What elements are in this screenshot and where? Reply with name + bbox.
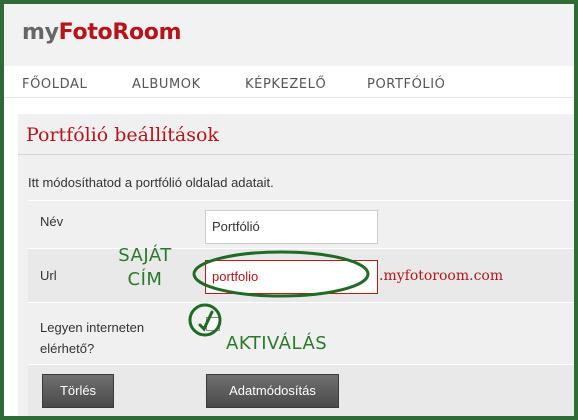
name-label: Név xyxy=(40,214,64,229)
public-label-line2: elérhető? xyxy=(40,341,95,356)
title-divider xyxy=(18,154,574,155)
nav-item-albums[interactable]: ALBUMOK xyxy=(132,77,201,92)
url-domain-suffix: .myfotoroom.com xyxy=(379,268,504,284)
logo-prefix: my xyxy=(22,20,59,45)
nav-item-image-manager[interactable]: KÉPKEZELŐ xyxy=(245,77,326,92)
url-input[interactable]: portfolio xyxy=(205,260,378,294)
annotation-custom-address: SAJÁT CÍM xyxy=(108,244,182,292)
app-frame: myFotoRoom FŐOLDAL ALBUMOK KÉPKEZELŐ POR… xyxy=(4,4,574,416)
annotation-activation: AKTIVÁLÁS xyxy=(226,333,328,354)
page-title: Portfólió beállítások xyxy=(26,124,219,146)
name-input[interactable]: Portfólió xyxy=(205,210,378,244)
nav-item-portfolio[interactable]: PORTFÓLIÓ xyxy=(367,77,446,92)
save-button[interactable]: Adatmódosítás xyxy=(206,374,339,408)
annotation-custom-address-line2: CÍM xyxy=(127,269,163,290)
intro-text: Itt módosíthatod a portfólió oldalad ada… xyxy=(28,175,274,190)
nav-item-home[interactable]: FŐOLDAL xyxy=(22,77,87,92)
logo-brand: FotoRoom xyxy=(58,20,182,45)
delete-button[interactable]: Törlés xyxy=(42,374,114,408)
site-header: myFotoRoom xyxy=(4,4,574,66)
main-nav: FŐOLDAL ALBUMOK KÉPKEZELŐ PORTFÓLIÓ xyxy=(4,66,574,98)
public-label-line1: Legyen interneten xyxy=(40,320,145,335)
settings-panel: Portfólió beállítások Itt módosíthatod a… xyxy=(18,114,574,416)
url-label: Url xyxy=(40,268,57,283)
public-checkbox[interactable] xyxy=(206,317,220,331)
annotation-custom-address-line1: SAJÁT xyxy=(118,245,172,266)
site-logo[interactable]: myFotoRoom xyxy=(22,20,182,45)
